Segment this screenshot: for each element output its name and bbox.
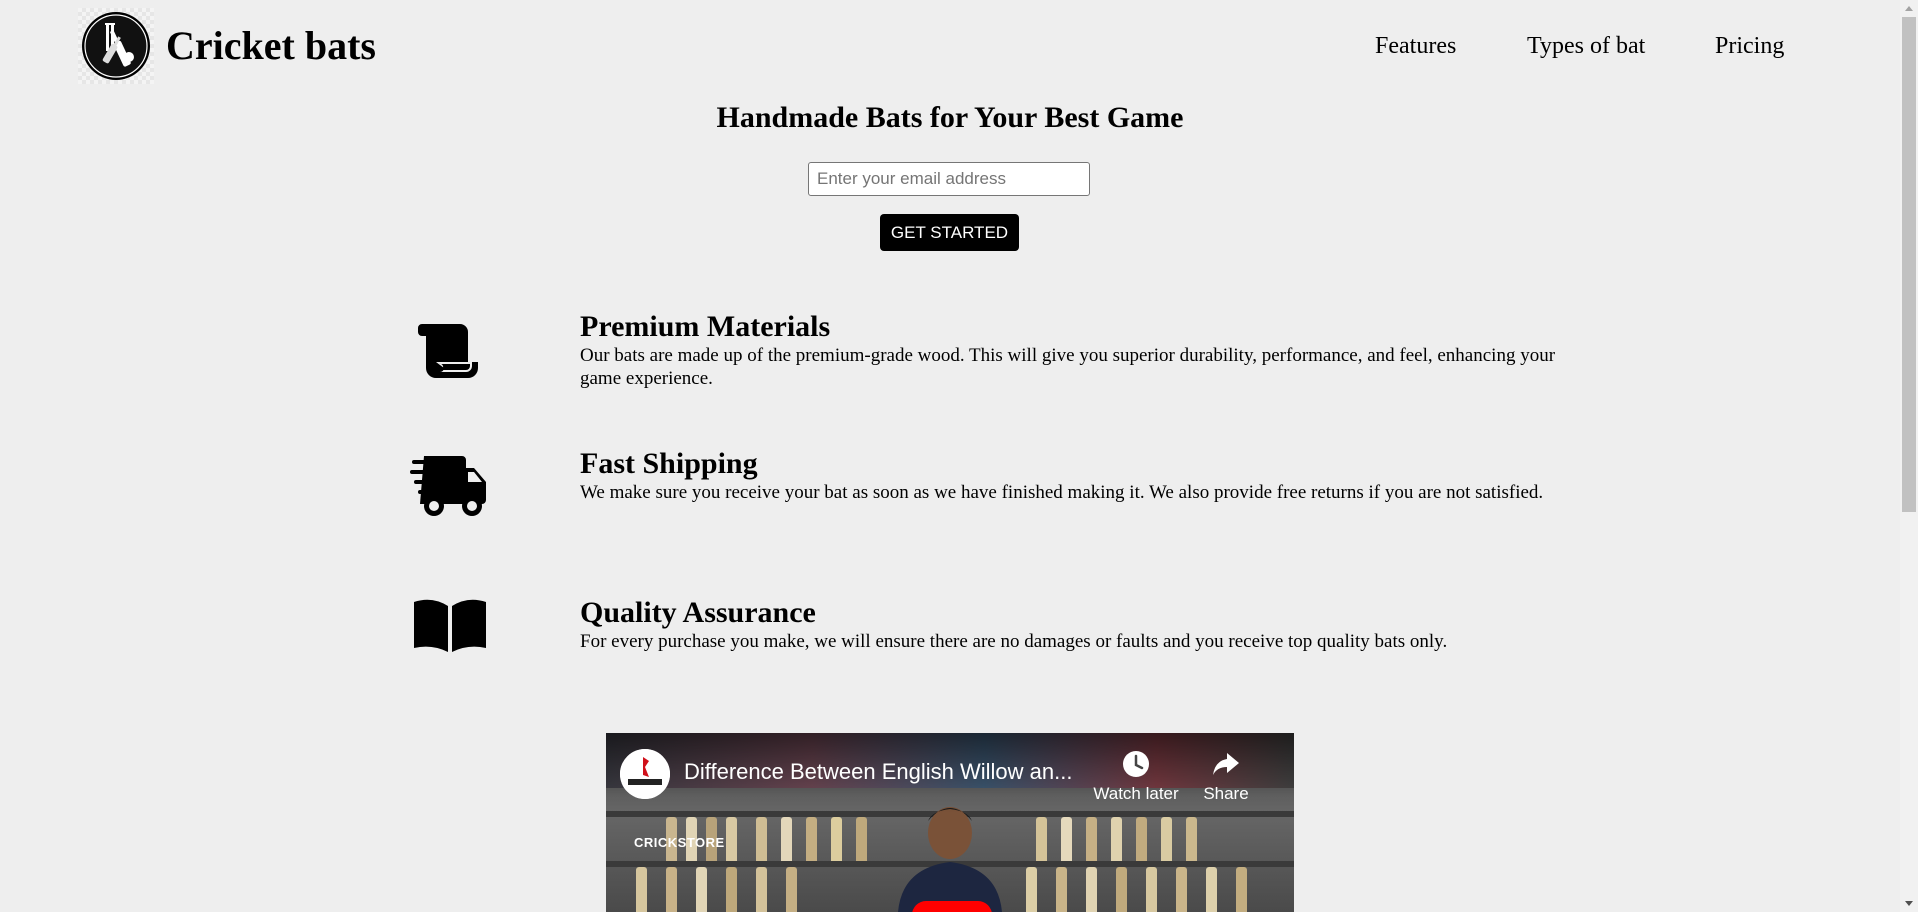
nav-link-pricing[interactable]: Pricing (1715, 32, 1784, 60)
shipping-truck-icon (410, 452, 490, 522)
video-thumbnail-bat (1026, 867, 1037, 912)
feature-title-premium-materials: Premium Materials (580, 310, 831, 343)
video-thumbnail-bat (1146, 867, 1157, 912)
nav-link-types-of-bat[interactable]: Types of bat (1527, 32, 1645, 60)
email-input[interactable] (808, 162, 1090, 196)
video-embed[interactable]: CRICKSTORE Difference Between English Wi… (606, 733, 1294, 912)
open-book-icon (410, 596, 490, 666)
nav-link-features[interactable]: Features (1375, 32, 1456, 60)
video-thumbnail-bat (756, 867, 767, 912)
page-scrollbar[interactable] (1900, 0, 1918, 912)
video-thumbnail-bat (1186, 817, 1197, 861)
video-thumbnail-bat (786, 867, 797, 912)
video-thumbnail-bat (1036, 817, 1047, 861)
video-title[interactable]: Difference Between English Willow an... (684, 759, 1072, 785)
cricket-logo-icon[interactable] (78, 8, 154, 84)
video-thumbnail-bat (666, 867, 677, 912)
watch-later-button[interactable]: Watch later (1086, 747, 1186, 804)
feature-title-quality-assurance: Quality Assurance (580, 596, 816, 629)
video-thumbnail-bat (1111, 817, 1122, 861)
video-thumbnail-bat (1086, 817, 1097, 861)
video-thumbnail-bat (1236, 867, 1247, 912)
watch-later-label: Watch later (1093, 784, 1179, 803)
clock-icon (1123, 751, 1149, 777)
video-thumbnail-bat (1116, 867, 1127, 912)
video-thumbnail-bat (636, 867, 647, 912)
play-button[interactable] (912, 901, 992, 912)
hero-title: Handmade Bats for Your Best Game (716, 101, 1184, 134)
video-thumbnail-bat (1086, 867, 1097, 912)
video-channel-watermark: CRICKSTORE (634, 835, 725, 850)
video-thumbnail-bat (1136, 817, 1147, 861)
video-thumbnail-bat (831, 817, 842, 861)
share-button[interactable]: Share (1186, 747, 1266, 804)
brand-name: Cricket bats (166, 23, 376, 68)
video-thumbnail-bat (856, 817, 867, 861)
site-header: Cricket bats Features Types of bat Prici… (0, 0, 1900, 92)
feature-text-premium-materials: Our bats are made up of the premium-grad… (580, 345, 1556, 389)
scroll-up-arrow-icon[interactable] (1900, 0, 1918, 17)
scroll-down-arrow-icon[interactable] (1900, 895, 1918, 912)
video-thumbnail-bat (696, 867, 707, 912)
feature-text-quality-assurance: For every purchase you make, we will ens… (580, 631, 1448, 652)
video-thumbnail-bat (1161, 817, 1172, 861)
feature-text-fast-shipping: We make sure you receive your bat as soo… (580, 482, 1544, 503)
video-thumbnail-bat (756, 817, 767, 861)
channel-avatar[interactable] (620, 749, 670, 799)
get-started-button[interactable]: GET STARTED (880, 214, 1019, 251)
video-thumbnail-bat (726, 867, 737, 912)
video-thumbnail-bat (806, 817, 817, 861)
video-thumbnail-bat (726, 817, 737, 861)
share-label: Share (1203, 784, 1249, 803)
scroll-icon (410, 318, 490, 388)
video-thumbnail-bat (781, 817, 792, 861)
feature-title-fast-shipping: Fast Shipping (580, 447, 758, 480)
video-presenter (890, 801, 1010, 912)
video-thumbnail-bat (1061, 817, 1072, 861)
video-thumbnail-bat (1176, 867, 1187, 912)
video-thumbnail-bat (1206, 867, 1217, 912)
video-thumbnail-bat (1056, 867, 1067, 912)
share-arrow-icon (1213, 753, 1239, 775)
scrollbar-thumb[interactable] (1902, 17, 1916, 512)
